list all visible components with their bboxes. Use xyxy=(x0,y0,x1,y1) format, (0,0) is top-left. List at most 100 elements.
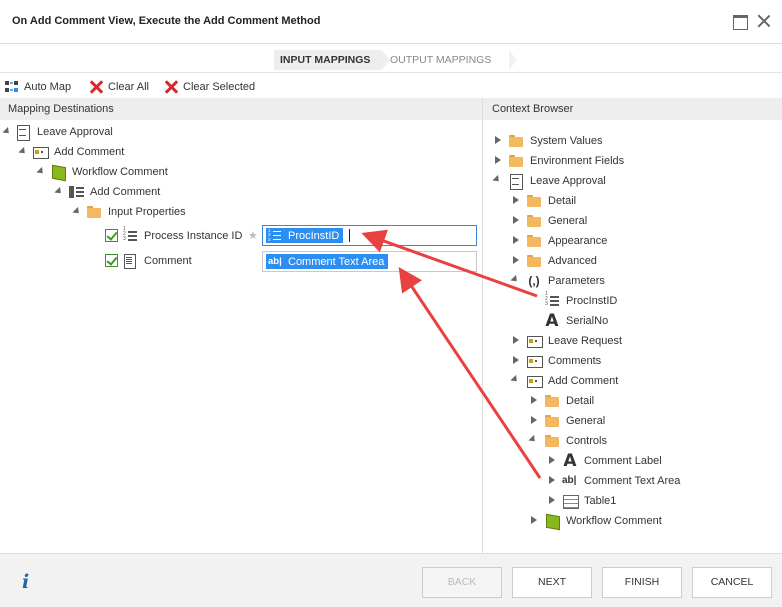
toolbar: Auto Map Clear All Clear Selected xyxy=(0,75,782,97)
back-button[interactable]: BACK xyxy=(422,567,502,598)
node-label: SerialNo xyxy=(566,315,609,327)
expand-toggle-icon[interactable] xyxy=(549,456,555,464)
expand-toggle-icon[interactable] xyxy=(528,434,538,445)
node-label: General xyxy=(548,215,588,227)
tree-node-leave-approval[interactable]: Leave Approval xyxy=(508,172,606,190)
folder-icon xyxy=(526,193,542,209)
clear-selected-button[interactable]: Clear Selected xyxy=(163,79,255,95)
finish-button[interactable]: FINISH xyxy=(602,567,682,598)
tree-node-add-comment[interactable]: Add Comment xyxy=(526,372,618,390)
tree-node-controls[interactable]: Controls xyxy=(544,432,607,450)
tree-node-comment-text-area[interactable]: ab| Comment Text Area xyxy=(562,472,680,490)
expand-toggle-icon[interactable] xyxy=(531,416,537,424)
memo-icon xyxy=(122,253,138,269)
close-icon[interactable] xyxy=(755,12,773,30)
node-label: General xyxy=(566,415,606,427)
tree-node-procinstid[interactable]: ProcInstID xyxy=(544,292,617,310)
expand-toggle-icon[interactable] xyxy=(72,206,82,217)
expand-toggle-icon[interactable] xyxy=(495,136,501,144)
tree-node-leave-approval[interactable]: Leave Approval xyxy=(15,123,113,141)
tree-node-general[interactable]: General xyxy=(526,212,587,230)
expand-toggle-icon[interactable] xyxy=(510,374,520,385)
tree-node-workflow-comment[interactable]: Workflow Comment xyxy=(50,163,168,181)
next-button[interactable]: NEXT xyxy=(512,567,592,598)
node-label: ProcInstID xyxy=(566,295,618,307)
chip-label: ProcInstID xyxy=(288,229,340,242)
tree-node-detail[interactable]: Detail xyxy=(544,392,594,410)
clear-selected-label: Clear Selected xyxy=(183,81,256,93)
expand-toggle-icon[interactable] xyxy=(531,396,537,404)
maximize-icon[interactable] xyxy=(731,12,749,30)
tree-node-leave-request[interactable]: Leave Request xyxy=(526,332,622,350)
tree-node-comment[interactable]: Comment xyxy=(122,252,192,270)
expand-toggle-icon[interactable] xyxy=(513,216,519,224)
expand-toggle-icon[interactable] xyxy=(492,174,502,185)
tree-node-process-instance-id[interactable]: Process Instance ID xyxy=(122,227,242,245)
number-list-icon xyxy=(268,229,282,243)
expand-toggle-icon[interactable] xyxy=(510,274,520,285)
tree-node-parameters[interactable]: (,) Parameters xyxy=(526,272,605,290)
expand-toggle-icon[interactable] xyxy=(513,356,519,364)
method-icon xyxy=(68,184,84,200)
comment-mapping-field[interactable]: ab| Comment Text Area xyxy=(262,251,477,272)
context-browser-header: Context Browser xyxy=(484,98,782,120)
tree-node-input-properties[interactable]: Input Properties xyxy=(86,203,186,221)
tab-input-mappings[interactable]: INPUT MAPPINGS xyxy=(274,50,390,70)
expand-toggle-icon[interactable] xyxy=(54,186,64,197)
number-list-icon xyxy=(122,227,138,244)
expand-toggle-icon[interactable] xyxy=(513,236,519,244)
expand-toggle-icon[interactable] xyxy=(495,156,501,164)
process-instance-id-mapping-field[interactable]: ProcInstID xyxy=(262,225,477,246)
node-label: Leave Approval xyxy=(37,126,113,138)
checkbox-process-instance-id[interactable] xyxy=(105,229,118,242)
tree-node-add-comment-view[interactable]: Add Comment xyxy=(32,143,124,161)
text-icon: A xyxy=(545,311,559,331)
mapped-value-chip[interactable]: ProcInstID xyxy=(266,228,344,243)
mapped-value-chip[interactable]: ab| Comment Text Area xyxy=(266,254,389,269)
checkbox-comment[interactable] xyxy=(105,254,118,267)
node-label: Appearance xyxy=(548,235,608,247)
tree-node-add-comment-method[interactable]: Add Comment xyxy=(68,183,160,201)
node-label: System Values xyxy=(530,135,603,147)
tree-node-system-values[interactable]: System Values xyxy=(508,132,603,150)
expand-toggle-icon[interactable] xyxy=(531,516,537,524)
cancel-button[interactable]: CANCEL xyxy=(692,567,772,598)
tree-node-advanced[interactable]: Advanced xyxy=(526,252,597,270)
arrow-comment-text-area xyxy=(398,267,542,479)
tab-output-mappings[interactable]: OUTPUT MAPPINGS xyxy=(384,50,517,70)
tree-node-environment-fields[interactable]: Environment Fields xyxy=(508,152,624,170)
folder-icon xyxy=(544,393,560,409)
node-label: Environment Fields xyxy=(530,155,625,167)
tree-node-general[interactable]: General xyxy=(544,412,605,430)
text-caret xyxy=(349,229,350,242)
expand-toggle-icon[interactable] xyxy=(18,146,28,157)
expand-toggle-icon[interactable] xyxy=(513,196,519,204)
node-label: Workflow Comment xyxy=(72,166,168,178)
node-label: Comment xyxy=(144,255,192,267)
tree-node-serialno[interactable]: A SerialNo xyxy=(544,312,608,330)
tree-node-comments[interactable]: Comments xyxy=(526,352,601,370)
expand-toggle-icon[interactable] xyxy=(513,336,519,344)
node-label: Add Comment xyxy=(54,146,125,158)
clear-all-icon xyxy=(88,79,104,95)
tree-node-comment-label[interactable]: A Comment Label xyxy=(562,452,661,470)
expand-toggle-icon[interactable] xyxy=(549,496,555,504)
expand-toggle-icon[interactable] xyxy=(36,166,46,177)
expand-toggle-icon[interactable] xyxy=(513,256,519,264)
tree-node-table1[interactable]: Table1 xyxy=(562,492,616,510)
tree-node-workflow-comment[interactable]: Workflow Comment xyxy=(544,512,662,530)
auto-map-button[interactable]: Auto Map xyxy=(4,79,71,95)
node-label: Comments xyxy=(548,355,602,367)
node-label: Add Comment xyxy=(548,375,619,387)
wizard-steps: INPUT MAPPINGS OUTPUT MAPPINGS xyxy=(0,44,782,73)
info-icon[interactable]: i xyxy=(22,571,29,593)
tree-node-appearance[interactable]: Appearance xyxy=(526,232,607,250)
expand-toggle-icon[interactable] xyxy=(2,126,12,137)
pane-divider[interactable] xyxy=(482,98,483,553)
title-bar: On Add Comment View, Execute the Add Com… xyxy=(0,0,782,44)
folder-icon xyxy=(526,253,542,269)
smartobject-icon xyxy=(544,513,560,529)
clear-all-button[interactable]: Clear All xyxy=(88,79,149,95)
expand-toggle-icon[interactable] xyxy=(549,476,555,484)
tree-node-detail[interactable]: Detail xyxy=(526,192,576,210)
